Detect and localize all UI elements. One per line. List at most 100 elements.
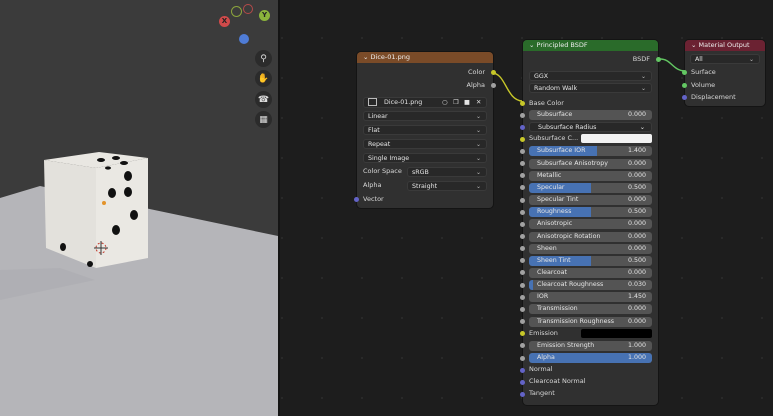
bsdf-field-clearcoat[interactable]: Clearcoat 0.000	[529, 267, 652, 278]
bsdf-field-emission-strength[interactable]: Emission Strength 1.000	[529, 340, 652, 351]
principled-bsdf-node[interactable]: ⌄ Principled BSDF BSDF GGX ⌄ Random Walk ⌄…	[520, 40, 661, 405]
gizmo-y-neg-icon[interactable]	[231, 6, 242, 17]
bsdf-field-clearcoat-roughness[interactable]: Clearcoat Roughness 0.030	[529, 280, 652, 291]
bsdf-field-subsurface[interactable]: Subsurface 0.000	[529, 110, 652, 120]
camera-icon[interactable]: ☎	[255, 91, 272, 108]
vector-input-socket[interactable]	[520, 379, 525, 385]
subsurface-color-swatch[interactable]	[581, 134, 652, 144]
folder-icon[interactable]: ■	[464, 98, 470, 107]
input-socket[interactable]	[520, 343, 525, 349]
emission-color-swatch[interactable]	[581, 328, 652, 338]
surface-input-socket[interactable]	[682, 70, 687, 75]
displacement-input-socket[interactable]	[682, 95, 687, 100]
bsdf-field-alpha[interactable]: Alpha 1.000	[529, 353, 652, 363]
collapse-chevron-icon[interactable]: ⌄	[529, 41, 537, 49]
input-socket[interactable]	[520, 355, 525, 361]
output-target-dropdown[interactable]: All ⌄	[690, 54, 760, 64]
grid-view-icon[interactable]: ▦	[255, 111, 272, 128]
input-socket[interactable]	[520, 221, 525, 227]
field-label: Subsurface	[537, 111, 573, 118]
vector-input-socket[interactable]	[520, 367, 525, 373]
output-node-header[interactable]: ⌄ Material Output	[685, 40, 765, 51]
zoom-icon[interactable]: ⚲	[255, 50, 272, 67]
3d-viewport[interactable]: Y X ⚲ ✋ ☎ ▦	[0, 0, 278, 416]
distribution-dropdown[interactable]: GGX ⌄	[529, 71, 652, 81]
field-value: 1.000	[627, 341, 646, 349]
shield-icon[interactable]: ○	[442, 98, 448, 107]
projection-dropdown[interactable]: Flat ⌄	[363, 125, 487, 135]
bsdf-output-socket[interactable]	[656, 57, 661, 62]
bsdf-field-anisotropic-rotation[interactable]: Anisotropic Rotation 0.000	[529, 231, 652, 242]
emission-socket[interactable]	[520, 331, 525, 337]
bsdf-input-normal: Normal	[529, 365, 553, 374]
vector-input-socket[interactable]	[354, 197, 359, 202]
field-label: Roughness	[537, 208, 572, 216]
input-socket[interactable]	[520, 161, 525, 167]
input-socket[interactable]	[520, 209, 525, 215]
field-value: 0.000	[627, 244, 646, 252]
field-label: Subsurface Radius	[538, 124, 597, 132]
gizmo-x-neg-icon[interactable]	[243, 4, 253, 14]
shader-node-editor[interactable]: ⌄ Dice-01.png Color Alpha Dice-01.png ○ …	[280, 0, 773, 416]
bsdf-field-specular[interactable]: Specular 0.500	[529, 182, 652, 193]
source-dropdown[interactable]: Single Image ⌄	[363, 153, 487, 163]
input-socket[interactable]	[520, 319, 525, 325]
bsdf-field-transmission[interactable]: Transmission 0.000	[529, 304, 652, 315]
input-socket[interactable]	[520, 148, 525, 154]
input-socket[interactable]	[520, 306, 525, 312]
interpolation-dropdown[interactable]: Linear ⌄	[363, 111, 487, 121]
bsdf-field-subsurface-ior[interactable]: Subsurface IOR 1.400	[529, 146, 652, 157]
input-socket[interactable]	[520, 197, 525, 203]
bsdf-field-subsurface-radius[interactable]: Subsurface Radius ⌄	[529, 122, 652, 133]
bsdf-field-roughness[interactable]: Roughness 0.500	[529, 207, 652, 218]
color-output-socket[interactable]	[491, 70, 496, 75]
volume-input-socket[interactable]	[682, 83, 687, 88]
bsdf-field-subsurface-anisotropy[interactable]: Subsurface Anisotropy 0.000	[529, 158, 652, 169]
bsdf-field-sheen-tint[interactable]: Sheen Tint 0.500	[529, 255, 652, 266]
base-color-socket[interactable]	[520, 101, 525, 106]
gizmo-x-icon[interactable]: X	[219, 16, 230, 27]
input-socket[interactable]	[520, 294, 525, 300]
collapse-chevron-icon[interactable]: ⌄	[363, 53, 371, 61]
subsurface-color-socket[interactable]	[520, 136, 525, 142]
field-label: Transmission Roughness	[537, 317, 615, 325]
input-socket[interactable]	[520, 258, 525, 264]
bsdf-field-specular-tint[interactable]: Specular Tint 0.000	[529, 195, 652, 206]
input-socket[interactable]	[520, 234, 525, 239]
input-socket[interactable]	[520, 246, 525, 252]
duplicate-icon[interactable]: ❐	[453, 98, 459, 107]
chevron-down-icon: ⌄	[639, 124, 645, 132]
field-label: Specular Tint	[537, 196, 579, 204]
gizmo-z-icon[interactable]	[239, 34, 249, 44]
pan-hand-icon[interactable]: ✋	[255, 70, 272, 87]
bsdf-field-anisotropic[interactable]: Anisotropic 0.000	[529, 219, 652, 230]
alpha-output-socket[interactable]	[491, 83, 496, 88]
bsdf-field-metallic[interactable]: Metallic 0.000	[529, 170, 652, 181]
input-socket[interactable]	[520, 185, 525, 191]
image-node-header[interactable]: ⌄ Dice-01.png	[357, 52, 493, 63]
input-socket[interactable]	[520, 124, 525, 130]
material-output-node[interactable]: ⌄ Material Output All ⌄ Surface Volume Di…	[682, 40, 765, 106]
gizmo-y-icon[interactable]: Y	[259, 10, 270, 21]
field-label: Sheen	[537, 244, 557, 252]
input-socket[interactable]	[520, 112, 525, 118]
subsurface-method-dropdown[interactable]: Random Walk ⌄	[529, 83, 652, 93]
extension-dropdown[interactable]: Repeat ⌄	[363, 139, 487, 149]
input-socket[interactable]	[520, 173, 525, 179]
vector-input-socket[interactable]	[520, 391, 525, 397]
bsdf-field-sheen[interactable]: Sheen 0.000	[529, 243, 652, 254]
output-node-title: Material Output	[698, 41, 750, 49]
bsdf-node-header[interactable]: ⌄ Principled BSDF	[523, 40, 658, 51]
input-socket[interactable]	[520, 270, 525, 276]
alpha-mode-dropdown[interactable]: Straight ⌄	[407, 181, 487, 191]
image-selector[interactable]: Dice-01.png ○ ❐ ■ ✕	[363, 97, 487, 108]
bsdf-field-ior[interactable]: IOR 1.450	[529, 292, 652, 303]
collapse-chevron-icon[interactable]: ⌄	[691, 41, 699, 49]
color-space-dropdown[interactable]: sRGB ⌄	[407, 167, 487, 177]
image-name[interactable]: Dice-01.png	[384, 99, 422, 106]
image-texture-node[interactable]: ⌄ Dice-01.png Color Alpha Dice-01.png ○ …	[354, 52, 496, 208]
image-browse-icon[interactable]	[368, 98, 377, 106]
input-socket[interactable]	[520, 282, 525, 288]
close-icon[interactable]: ✕	[476, 98, 481, 107]
bsdf-field-transmission-roughness[interactable]: Transmission Roughness 0.000	[529, 316, 652, 327]
